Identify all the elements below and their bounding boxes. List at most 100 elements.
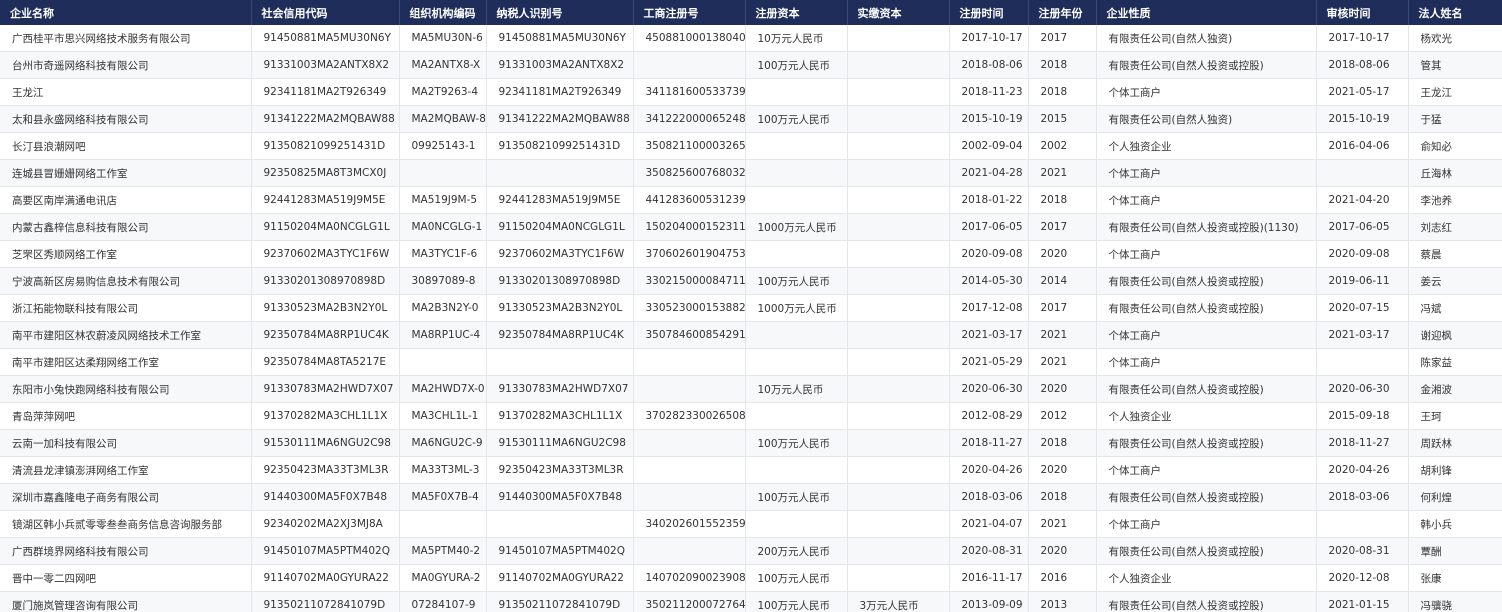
cell-credit-code: 92340202MA2XJ3MJ8A (251, 510, 400, 538)
header-review-date[interactable]: 审核时间 (1316, 0, 1409, 25)
cell-registration-number: 140702090023908 (633, 564, 746, 592)
cell-paid-capital (847, 78, 950, 106)
company-table-container[interactable]: 企业名称 社会信用代码 组织机构编码 纳税人识别号 工商注册号 注册资本 实缴资… (0, 0, 1502, 612)
cell-credit-code: 91330523MA2B3N2Y0L (251, 294, 400, 322)
header-registration-date[interactable]: 注册时间 (949, 0, 1029, 25)
table-row[interactable]: 连城县冒姗姗网络工作室 92350825MA8T3MCX0J 35082560076… (0, 159, 1502, 187)
cell-registered-capital (745, 321, 848, 349)
cell-paid-capital (847, 159, 950, 187)
cell-company-type: 有限责任公司(自然人独资) (1096, 105, 1317, 133)
cell-registration-year: 2020 (1028, 375, 1097, 403)
cell-registration-year: 2013 (1028, 591, 1097, 612)
cell-company-type: 有限责任公司(自然人投资或控股) (1096, 537, 1317, 565)
table-row[interactable]: 太和县永盛网络科技有限公司 91341222MA2MQBAW88 MA2MQBAW-… (0, 105, 1502, 133)
cell-org-code: MA5F0X7B-4 (399, 483, 487, 511)
table-row[interactable]: 广西群境界网络科技有限公司 91450107MA5PTM402Q MA5PTM40-… (0, 537, 1502, 565)
cell-registration-year: 2018 (1028, 186, 1097, 214)
cell-org-code: MA2HWD7X-0 (399, 375, 487, 403)
table-row[interactable]: 清流县龙津镇澎湃网络工作室 92350423MA33T3ML3R MA33T3ML-… (0, 456, 1502, 484)
cell-registration-number: 341222000065248 (633, 105, 746, 133)
table-row[interactable]: 镜湖区韩小兵贰零零叁叁商务信息咨询服务部 92340202MA2XJ3MJ8A 34… (0, 510, 1502, 538)
header-org-code[interactable]: 组织机构编码 (399, 0, 487, 25)
cell-company-type: 有限责任公司(自然人投资或控股) (1096, 483, 1317, 511)
table-row[interactable]: 浙江拓能物联科技有限公司 91330523MA2B3N2Y0L MA2B3N2Y-0… (0, 294, 1502, 322)
table-row[interactable]: 王龙江 92341181MA2T926349 MA2T9263-4 92341181M… (0, 78, 1502, 106)
cell-paid-capital (847, 132, 950, 160)
table-row[interactable]: 深圳市嘉鑫隆电子商务有限公司 91440300MA5F0X7B48 MA5F0X7B… (0, 483, 1502, 511)
cell-registration-date: 2016-11-17 (949, 564, 1029, 592)
table-row[interactable]: 宁波高新区房易购信息技术有限公司 91330201308970898D 308970… (0, 267, 1502, 295)
header-taxpayer-id[interactable]: 纳税人识别号 (486, 0, 634, 25)
cell-registered-capital (745, 132, 848, 160)
cell-registration-year: 2021 (1028, 348, 1097, 376)
cell-review-date: 2015-09-18 (1316, 402, 1409, 430)
header-company-name[interactable]: 企业名称 (0, 0, 252, 25)
cell-registration-year: 2021 (1028, 510, 1097, 538)
header-registered-capital[interactable]: 注册资本 (745, 0, 848, 25)
cell-company-name: 南平市建阳区林农蔚凌风网络技术工作室 (0, 321, 252, 349)
cell-credit-code: 91150204MA0NCGLG1L (251, 213, 400, 241)
cell-company-name: 青岛萍萍网吧 (0, 402, 252, 430)
cell-registration-date: 2021-05-29 (949, 348, 1029, 376)
cell-company-name: 长汀县浪潮网吧 (0, 132, 252, 160)
cell-registered-capital: 1000万元人民币 (745, 294, 848, 322)
table-header-row: 企业名称 社会信用代码 组织机构编码 纳税人识别号 工商注册号 注册资本 实缴资… (0, 0, 1502, 25)
cell-review-date: 2020-12-08 (1316, 564, 1409, 592)
cell-review-date: 2020-09-08 (1316, 240, 1409, 268)
header-registration-number[interactable]: 工商注册号 (633, 0, 746, 25)
cell-registration-year: 2020 (1028, 456, 1097, 484)
table-row[interactable]: 晋中一零二四网吧 91140702MA0GYURA22 MA0GYURA-2 9114… (0, 564, 1502, 592)
cell-registration-number (633, 537, 746, 565)
cell-registration-number: 330215000084711 (633, 267, 746, 295)
table-row[interactable]: 南平市建阳区林农蔚凌风网络技术工作室 92350784MA8RP1UC4K MA8R… (0, 321, 1502, 349)
cell-org-code: MA2T9263-4 (399, 78, 487, 106)
table-row[interactable]: 南平市建阳区达柔翔网络工作室 92350784MA8TA5217E 2021-05-… (0, 348, 1502, 376)
cell-company-type: 个体工商户 (1096, 456, 1317, 484)
cell-company-type: 个体工商户 (1096, 186, 1317, 214)
header-credit-code[interactable]: 社会信用代码 (251, 0, 400, 25)
cell-registration-year: 2020 (1028, 537, 1097, 565)
cell-paid-capital (847, 402, 950, 430)
cell-company-type: 个人独资企业 (1096, 564, 1317, 592)
cell-taxpayer-id: 92370602MA3TYC1F6W (486, 240, 634, 268)
cell-registration-year: 2018 (1028, 78, 1097, 106)
cell-paid-capital (847, 429, 950, 457)
cell-legal-person: 谢迎枫 (1408, 321, 1502, 349)
cell-review-date: 2017-06-05 (1316, 213, 1409, 241)
cell-registration-year: 2012 (1028, 402, 1097, 430)
table-row[interactable]: 长汀县浪潮网吧 91350821099251431D 09925143-1 91350… (0, 132, 1502, 160)
header-registration-year[interactable]: 注册年份 (1028, 0, 1097, 25)
table-row[interactable]: 厦门施岚管理咨询有限公司 91350211072841079D 07284107-9… (0, 591, 1502, 612)
cell-registration-date: 2018-08-06 (949, 51, 1029, 79)
cell-registration-date: 2015-10-19 (949, 105, 1029, 133)
cell-registration-number: 350784600854291 (633, 321, 746, 349)
table-row[interactable]: 台州市奇遥网络科技有限公司 91331003MA2ANTX8X2 MA2ANTX8-… (0, 51, 1502, 79)
table-row[interactable]: 内蒙古鑫梓信息科技有限公司 91150204MA0NCGLG1L MA0NCGLG-… (0, 213, 1502, 241)
cell-company-name: 内蒙古鑫梓信息科技有限公司 (0, 213, 252, 241)
cell-org-code: MA2ANTX8-X (399, 51, 487, 79)
header-company-type[interactable]: 企业性质 (1096, 0, 1317, 25)
cell-company-type: 有限责任公司(自然人投资或控股) (1096, 51, 1317, 79)
cell-registration-number (633, 456, 746, 484)
cell-paid-capital (847, 456, 950, 484)
table-row[interactable]: 芝罘区秀顺网络工作室 92370602MA3TYC1F6W MA3TYC1F-6 92… (0, 240, 1502, 268)
table-row[interactable]: 青岛萍萍网吧 91370282MA3CHL1L1X MA3CHL1L-1 913702… (0, 402, 1502, 430)
table-row[interactable]: 东阳市小兔快跑网络科技有限公司 91330783MA2HWD7X07 MA2HWD7… (0, 375, 1502, 403)
cell-registered-capital (745, 240, 848, 268)
cell-company-type: 有限责任公司(自然人投资或控股) (1096, 267, 1317, 295)
cell-org-code: 07284107-9 (399, 591, 487, 612)
cell-registration-date: 2021-04-07 (949, 510, 1029, 538)
cell-registration-number (633, 429, 746, 457)
cell-registration-number (633, 348, 746, 376)
cell-registered-capital (745, 159, 848, 187)
cell-registration-date: 2020-09-08 (949, 240, 1029, 268)
cell-org-code: 30897089-8 (399, 267, 487, 295)
table-row[interactable]: 云南一加科技有限公司 91530111MA6NGU2C98 MA6NGU2C-9 91… (0, 429, 1502, 457)
header-paid-capital[interactable]: 实缴资本 (847, 0, 950, 25)
cell-company-name: 芝罘区秀顺网络工作室 (0, 240, 252, 268)
cell-registered-capital (745, 510, 848, 538)
table-row[interactable]: 广西桂平市思兴网络技术服务有限公司 91450881MA5MU30N6Y MA5MU… (0, 25, 1502, 52)
table-row[interactable]: 高要区南岸满通电讯店 92441283MA519J9M5E MA519J9M-5 92… (0, 186, 1502, 214)
header-legal-person[interactable]: 法人姓名 (1408, 0, 1502, 25)
cell-company-type: 个体工商户 (1096, 321, 1317, 349)
